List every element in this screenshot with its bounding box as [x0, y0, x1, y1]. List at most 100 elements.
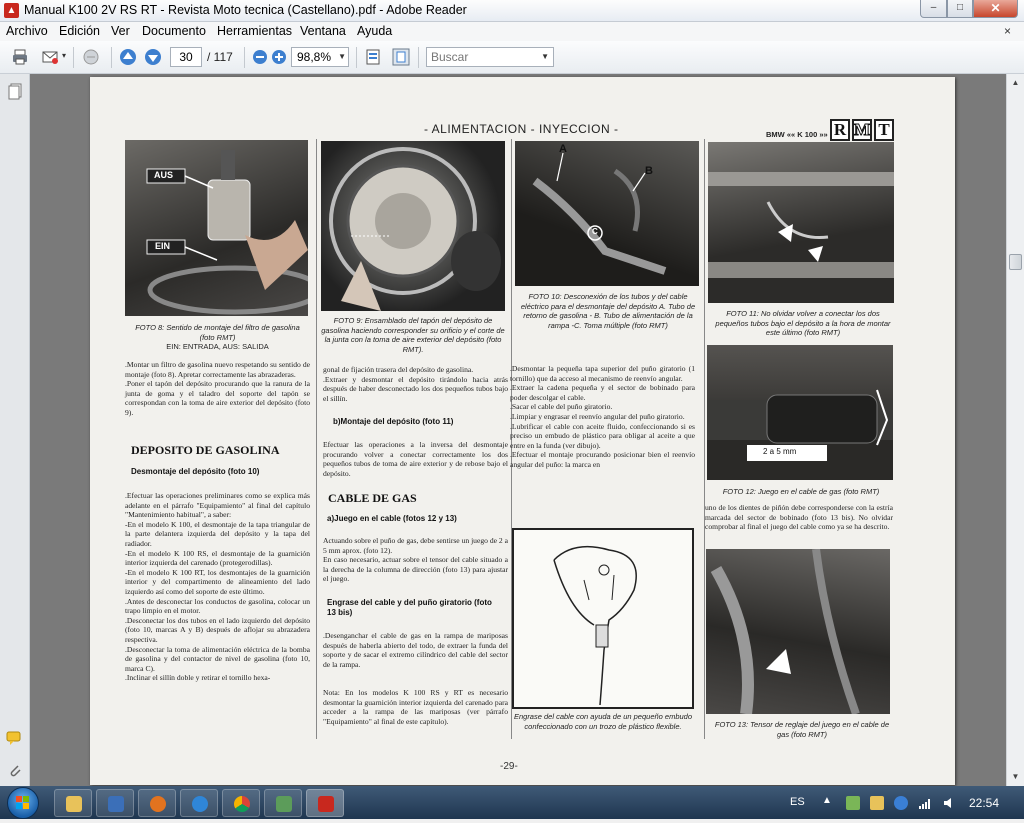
fit-page-icon[interactable] [364, 48, 382, 66]
menu-ver[interactable]: Ver [111, 24, 130, 38]
col3-body-text: .Desmontar la pequeña tapa superior del … [510, 364, 695, 469]
search-placeholder: Buscar [431, 50, 469, 64]
photo-label-c: C [592, 227, 598, 236]
taskbar-app[interactable] [264, 789, 302, 817]
taskbar-firefox[interactable] [138, 789, 176, 817]
print-icon[interactable] [11, 48, 29, 66]
volume-icon[interactable] [942, 796, 956, 810]
col1-body-text: .Efectuar las operaciones preliminares c… [125, 491, 310, 683]
subhead-juego-cable: a)Juego en el cable (fotos 12 y 13) [327, 514, 457, 523]
comments-panel-icon[interactable] [6, 730, 24, 746]
scroll-thumb[interactable] [1009, 254, 1022, 270]
collaborate-icon [83, 49, 99, 65]
minimize-button[interactable]: – [920, 0, 947, 18]
col1-intro-text: .Montar un filtro de gasolina nuevo resp… [125, 360, 310, 417]
col2-note-text: Nota: En los modelos K 100 RS y RT es ne… [323, 688, 508, 726]
menu-herramientas[interactable]: Herramientas [217, 24, 292, 38]
clock[interactable]: 22:54 [969, 796, 999, 810]
zoom-in-icon[interactable] [270, 48, 288, 66]
throttle-illustration [707, 389, 893, 461]
vertical-scrollbar[interactable]: ▲ ▼ [1006, 74, 1024, 786]
pages-panel-icon[interactable] [7, 83, 23, 101]
tubes-illustration [532, 152, 667, 275]
scroll-up-arrow[interactable]: ▲ [1008, 75, 1023, 91]
page-total: / 117 [207, 50, 233, 64]
zoom-level-input[interactable]: 98,8% ▼ [291, 47, 349, 67]
series-label: BMW «« K 100 »» [766, 130, 828, 139]
attachments-panel-icon[interactable] [7, 762, 23, 780]
col2-body1-text: Efectuar las operaciones a la inversa de… [323, 440, 508, 478]
taskbar-internet-explorer[interactable] [180, 789, 218, 817]
funnel-drawing [553, 545, 637, 706]
photo-throttle-play: 2 a 5 mm [707, 345, 893, 480]
fuel-filter-illustration [146, 150, 308, 315]
close-document-button[interactable]: × [1004, 24, 1011, 38]
chrome-icon [234, 796, 250, 812]
internet-explorer-icon [192, 796, 208, 812]
menu-archivo[interactable]: Archivo [6, 24, 48, 38]
zoom-out-icon[interactable] [251, 48, 269, 66]
scroll-down-arrow[interactable]: ▼ [1008, 769, 1023, 785]
subhead-desmontaje: Desmontaje del depósito (foto 10) [131, 467, 260, 476]
caption-drawing: Engrase del cable con ayuda de un pequeñ… [513, 712, 693, 731]
menu-ventana[interactable]: Ventana [300, 24, 346, 38]
tray-app-icon[interactable] [846, 796, 860, 810]
logo-letter: M [852, 119, 872, 141]
photo-label-a: A [559, 143, 567, 155]
subhead-engrase: Engrase del cable y del puño giratorio (… [327, 598, 492, 617]
col2-intro-text: gonal de fijación trasera del depósito d… [323, 365, 508, 403]
email-icon[interactable] [41, 48, 59, 66]
toolbar-separator [73, 47, 74, 68]
maximize-button[interactable]: □ [947, 0, 973, 18]
firefox-icon [150, 796, 166, 812]
document-view[interactable]: - ALIMENTACION - INYECCION - BMW «« K 10… [30, 74, 1006, 786]
email-dropdown-arrow[interactable]: ▾ [62, 51, 66, 60]
page-number-input[interactable]: 30 [170, 47, 202, 67]
small-tubes-illustration [708, 172, 894, 278]
col2-body2-text: Actuando sobre el puño de gas, debe sent… [323, 536, 508, 584]
windows-logo-icon [16, 796, 29, 809]
media-player-icon [108, 796, 124, 812]
zoom-value: 98,8% [297, 50, 332, 64]
search-input[interactable]: Buscar ▼ [426, 47, 554, 67]
menu-ayuda[interactable]: Ayuda [357, 24, 392, 38]
column-divider [316, 139, 317, 739]
close-button[interactable]: ✕ [973, 0, 1018, 18]
start-button[interactable] [7, 787, 39, 819]
show-hidden-icons-button[interactable]: ▲ [822, 795, 832, 806]
full-screen-icon[interactable] [392, 48, 410, 66]
taskbar-explorer[interactable] [54, 789, 92, 817]
previous-page-icon[interactable] [119, 48, 137, 66]
rmt-logo: R M T [830, 119, 894, 141]
zoom-dropdown-arrow[interactable]: ▼ [338, 48, 346, 66]
toolbar-separator [244, 47, 245, 68]
pdf-page: - ALIMENTACION - INYECCION - BMW «« K 10… [90, 77, 955, 785]
tray-app-icon[interactable] [894, 796, 908, 810]
network-icon[interactable] [918, 796, 932, 810]
taskbar-media-player[interactable] [96, 789, 134, 817]
caption-foto-8-note: EIN: ENTRADA, AUS: SALIDA [166, 342, 269, 351]
section-cable-gas: CABLE DE GAS [328, 491, 417, 505]
page-header: - ALIMENTACION - INYECCION - [424, 122, 619, 136]
taskbar-adobe-reader[interactable] [306, 789, 344, 817]
menu-documento[interactable]: Documento [142, 24, 206, 38]
tensioner-illustration [710, 549, 860, 714]
col2-body3-text: .Desenganchar el cable de gas en la ramp… [323, 631, 508, 669]
tray-app-icon[interactable] [870, 796, 884, 810]
caption-foto-9: FOTO 9: Ensamblado del tapón del depósit… [321, 316, 505, 354]
photo-label-aus: AUS [154, 170, 174, 180]
language-indicator[interactable]: ES [790, 796, 805, 808]
menu-edicion[interactable]: Edición [59, 24, 100, 38]
taskbar-chrome[interactable] [222, 789, 260, 817]
taskbar: ES ▲ 22:54 [0, 786, 1024, 819]
photo-fuel-cap [321, 141, 505, 311]
next-page-icon[interactable] [144, 48, 162, 66]
search-dropdown-arrow[interactable]: ▼ [541, 48, 549, 66]
window-title: Manual K100 2V RS RT - Revista Moto tecn… [24, 3, 467, 17]
caption-foto-10: FOTO 10: Desconexión de los tubos y del … [520, 292, 696, 330]
logo-letter: R [830, 119, 850, 141]
folder-icon [66, 796, 82, 812]
title-bar: ▲ Manual K100 2V RS RT - Revista Moto te… [0, 0, 1024, 22]
caption-foto-13: FOTO 13: Tensor de reglaje del juego en … [714, 720, 890, 739]
caption-foto-11: FOTO 11: No olvidar volver a conectar lo… [715, 309, 891, 337]
